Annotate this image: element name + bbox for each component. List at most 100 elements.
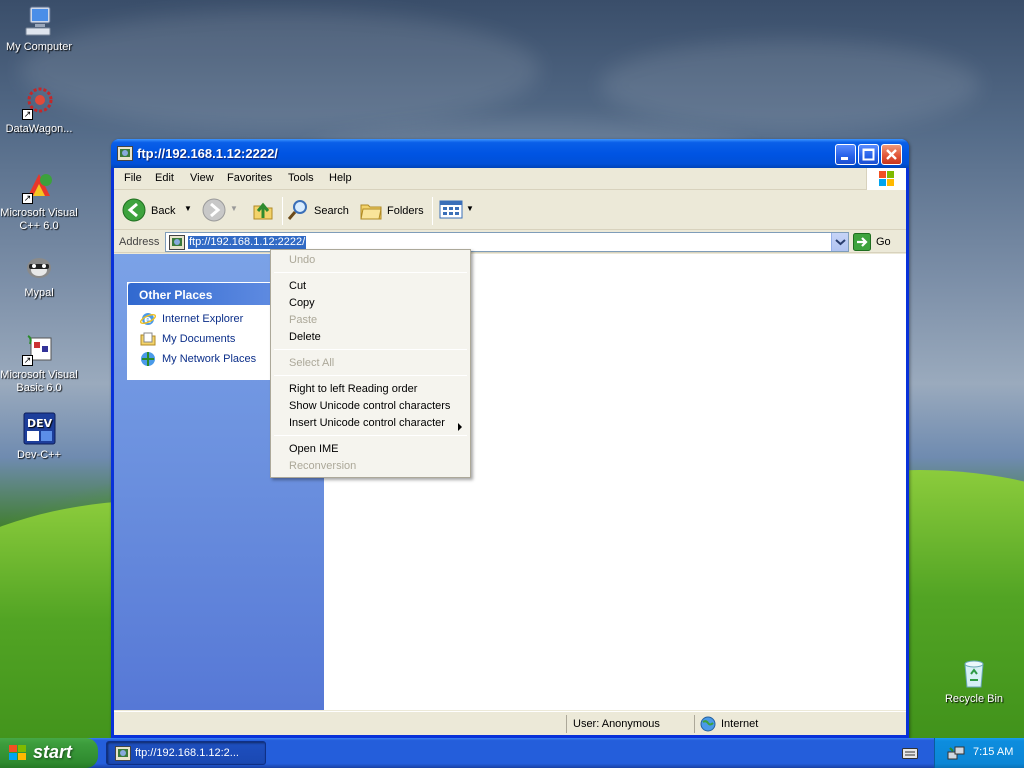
menu-favorites[interactable]: Favorites (227, 172, 272, 184)
search-icon (287, 200, 307, 220)
computer-icon (22, 4, 56, 38)
status-bar: User: Anonymous Internet (114, 711, 906, 735)
shortcut-arrow-icon: ↗ (22, 193, 33, 204)
menu-item-undo[interactable]: Undo (289, 254, 315, 266)
views-grid-icon (439, 200, 463, 219)
network-places-icon (141, 352, 155, 366)
keyboard-icon[interactable] (902, 746, 918, 760)
address-dropdown-button[interactable] (831, 233, 848, 251)
visual-cpp-icon: ↗ (22, 170, 56, 204)
desktop-icon-visual-basic[interactable]: ↗ Microsoft Visual Basic 6.0 (0, 332, 78, 395)
place-my-network-places[interactable]: My Network Places (140, 351, 256, 369)
place-my-documents[interactable]: My Documents (140, 331, 235, 349)
menu-help[interactable]: Help (329, 172, 352, 184)
folders-icon (360, 204, 382, 220)
desktop-icon-my-computer[interactable]: My Computer (0, 4, 78, 54)
datawagon-icon: ↗ (22, 86, 56, 120)
ftp-folder-icon (169, 235, 185, 250)
network-connection-icon[interactable] (947, 745, 965, 761)
address-label: Address (119, 236, 160, 248)
menu-item-open-ime[interactable]: Open IME (289, 443, 339, 455)
place-label: My Network Places (162, 353, 257, 365)
desktop-icon-label: Mypal (24, 287, 54, 299)
desktop-icon-mypal[interactable]: Mypal (0, 250, 78, 300)
menu-item-copy[interactable]: Copy (289, 297, 315, 309)
menu-item-rtl-reading[interactable]: Right to left Reading order (289, 383, 417, 395)
desktop-icon-label: My Computer (5, 41, 73, 53)
menu-item-show-unicode[interactable]: Show Unicode control characters (289, 400, 450, 412)
search-button[interactable]: Search (286, 198, 352, 224)
place-internet-explorer[interactable]: e Internet Explorer (139, 311, 243, 329)
forward-arrow-icon (202, 198, 226, 222)
go-label: Go (876, 236, 891, 248)
mypal-icon (22, 250, 56, 284)
system-tray: 7:15 AM (934, 738, 1024, 768)
desktop-icon-dev-cpp[interactable]: DEV Dev-C++ (0, 412, 78, 462)
minimize-button[interactable] (835, 144, 856, 165)
menu-item-insert-unicode[interactable]: Insert Unicode control character (289, 417, 445, 429)
svg-text:DEV: DEV (27, 417, 53, 430)
back-button[interactable]: Back ▼ (122, 198, 192, 224)
back-arrow-icon (122, 198, 146, 222)
chevron-down-icon (835, 239, 846, 246)
menu-item-delete[interactable]: Delete (289, 331, 321, 343)
menu-item-cut[interactable]: Cut (289, 280, 306, 292)
start-button[interactable]: start (0, 738, 98, 768)
desktop-icon-label: DataWagon... (5, 123, 73, 135)
close-button[interactable] (881, 144, 902, 165)
recycle-bin-icon (957, 656, 991, 690)
menu-separator (274, 375, 467, 376)
menu-edit[interactable]: Edit (155, 172, 174, 184)
views-button[interactable]: ▼ (439, 198, 475, 224)
maximize-icon (862, 148, 875, 161)
clock[interactable]: 7:15 AM (973, 746, 1013, 758)
desktop-icon-recycle-bin[interactable]: Recycle Bin (935, 656, 1013, 706)
back-label: Back (151, 205, 176, 217)
windows-flag-icon (9, 745, 26, 760)
status-zone: Internet (694, 715, 906, 733)
desktop-icon-label: Recycle Bin (944, 693, 1004, 705)
ftp-folder-icon (117, 146, 133, 161)
cloud (20, 10, 540, 130)
menu-item-reconversion[interactable]: Reconversion (289, 460, 356, 472)
place-label: Internet Explorer (162, 313, 244, 325)
chevron-down-icon[interactable]: ▼ (466, 204, 474, 213)
menu-item-select-all[interactable]: Select All (289, 357, 334, 369)
visual-basic-icon: ↗ (22, 332, 56, 366)
search-label: Search (314, 205, 349, 217)
window-title: ftp://192.168.1.12:2222/ (137, 146, 278, 161)
address-bar: Address ftp://192.168.1.12:2222/ Go (114, 231, 906, 253)
address-value[interactable]: ftp://192.168.1.12:2222/ (188, 236, 307, 249)
taskbar-item-ftp-window[interactable]: ftp://192.168.1.12:2... (106, 741, 266, 765)
menu-file[interactable]: File (124, 172, 142, 184)
forward-button[interactable]: ▼ (202, 198, 238, 224)
context-menu: Undo Cut Copy Paste Delete Select All Ri… (270, 249, 471, 478)
explorer-window: ftp://192.168.1.12:2222/ File Edit View … (111, 139, 909, 738)
desktop-icon-label: Microsoft Visual C++ 6.0 (0, 207, 78, 232)
desktop-icon-visual-cpp[interactable]: ↗ Microsoft Visual C++ 6.0 (0, 170, 78, 233)
address-input[interactable]: ftp://192.168.1.12:2222/ (165, 232, 849, 252)
start-label: start (33, 742, 73, 762)
folders-label: Folders (387, 205, 424, 217)
go-button[interactable]: Go (853, 233, 903, 251)
shortcut-arrow-icon: ↗ (22, 355, 33, 366)
menu-item-paste[interactable]: Paste (289, 314, 317, 326)
maximize-button[interactable] (858, 144, 879, 165)
desktop-icon-datawagon[interactable]: ↗ DataWagon... (0, 86, 78, 136)
cloud (600, 40, 980, 130)
place-label: My Documents (162, 333, 236, 345)
menu-tools[interactable]: Tools (288, 172, 314, 184)
title-bar[interactable]: ftp://192.168.1.12:2222/ (111, 139, 909, 168)
chevron-down-icon[interactable]: ▼ (184, 204, 192, 213)
folders-button[interactable]: Folders (359, 198, 425, 224)
status-user: User: Anonymous (566, 715, 692, 733)
my-documents-icon (140, 332, 156, 346)
desktop-icon-label: Microsoft Visual Basic 6.0 (0, 369, 78, 394)
taskbar-item-label: ftp://192.168.1.12:2... (135, 747, 239, 759)
menu-view[interactable]: View (190, 172, 214, 184)
chevron-down-icon[interactable]: ▼ (230, 204, 238, 213)
status-zone-label: Internet (721, 718, 759, 730)
up-folder-button[interactable] (251, 198, 277, 224)
internet-explorer-icon: e (139, 313, 157, 326)
submenu-arrow-icon (458, 423, 462, 431)
